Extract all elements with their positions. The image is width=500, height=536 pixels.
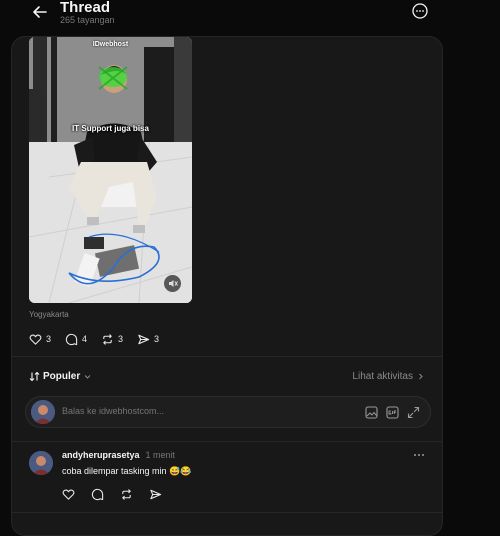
comment-actions <box>62 488 162 501</box>
thread-panel: IDwebhost IT Support juga bisa Yogyakart… <box>11 36 443 536</box>
video-watermark: IDwebhost <box>92 41 129 48</box>
mute-icon <box>169 280 178 287</box>
reply-input[interactable] <box>62 406 342 416</box>
comment-icon[interactable] <box>91 488 104 501</box>
video-frame <box>29 37 192 303</box>
comment-button[interactable]: 4 <box>65 331 87 347</box>
view-activity-link[interactable]: Lihat aktivitas <box>352 371 425 382</box>
heart-icon[interactable] <box>62 488 75 501</box>
mute-button[interactable] <box>164 275 181 292</box>
comment-count: 4 <box>82 334 88 344</box>
repost-count: 3 <box>118 334 124 344</box>
heart-icon <box>29 334 42 345</box>
reply-composer[interactable] <box>25 396 431 428</box>
share-count: 3 <box>154 334 160 344</box>
activity-label: Lihat aktivitas <box>352 371 413 382</box>
like-button[interactable]: 3 <box>29 331 51 347</box>
share-icon[interactable] <box>149 488 162 501</box>
chevron-down-icon <box>84 375 91 379</box>
repost-button[interactable]: 3 <box>101 331 123 347</box>
comment-item: andyheruprasetya 1 menit coba dilempar ta… <box>12 442 442 517</box>
post-video[interactable]: IDwebhost IT Support juga bisa <box>29 37 192 303</box>
sort-dropdown[interactable]: Populer <box>29 371 92 382</box>
comment-author[interactable]: andyheruprasetya 1 menit <box>62 450 175 460</box>
video-caption: IT Support juga bisa <box>72 124 149 133</box>
repost-icon <box>103 333 112 345</box>
image-icon[interactable] <box>365 406 378 419</box>
avatar <box>31 400 55 424</box>
comment-username[interactable]: andyheruprasetya <box>62 450 140 460</box>
post-actions: 3 4 3 3 <box>29 331 159 347</box>
comment-text: coba dilempar tasking min 😅😂 <box>62 466 192 476</box>
share-button[interactable]: 3 <box>137 331 159 347</box>
page-title: Thread <box>60 0 111 16</box>
gif-icon[interactable] <box>386 406 399 419</box>
divider <box>12 512 442 513</box>
divider <box>12 356 442 357</box>
repost-icon[interactable] <box>120 488 133 501</box>
expand-icon[interactable] <box>407 406 420 419</box>
chevron-right-icon <box>419 373 423 380</box>
avatar[interactable] <box>29 451 53 475</box>
top-bar: Thread 265 tayangan <box>0 0 500 30</box>
comment-icon <box>65 333 78 345</box>
sort-label: Populer <box>43 371 81 382</box>
like-count: 3 <box>46 334 52 344</box>
more-circle-icon[interactable] <box>411 2 429 20</box>
view-count: 265 tayangan <box>60 15 115 25</box>
share-icon <box>138 334 150 344</box>
sort-icon <box>29 371 40 382</box>
more-dots-icon[interactable] <box>412 450 426 460</box>
comment-time: 1 menit <box>145 450 176 460</box>
back-arrow-icon[interactable] <box>30 2 50 22</box>
post-location[interactable]: Yogyakarta <box>29 310 69 319</box>
